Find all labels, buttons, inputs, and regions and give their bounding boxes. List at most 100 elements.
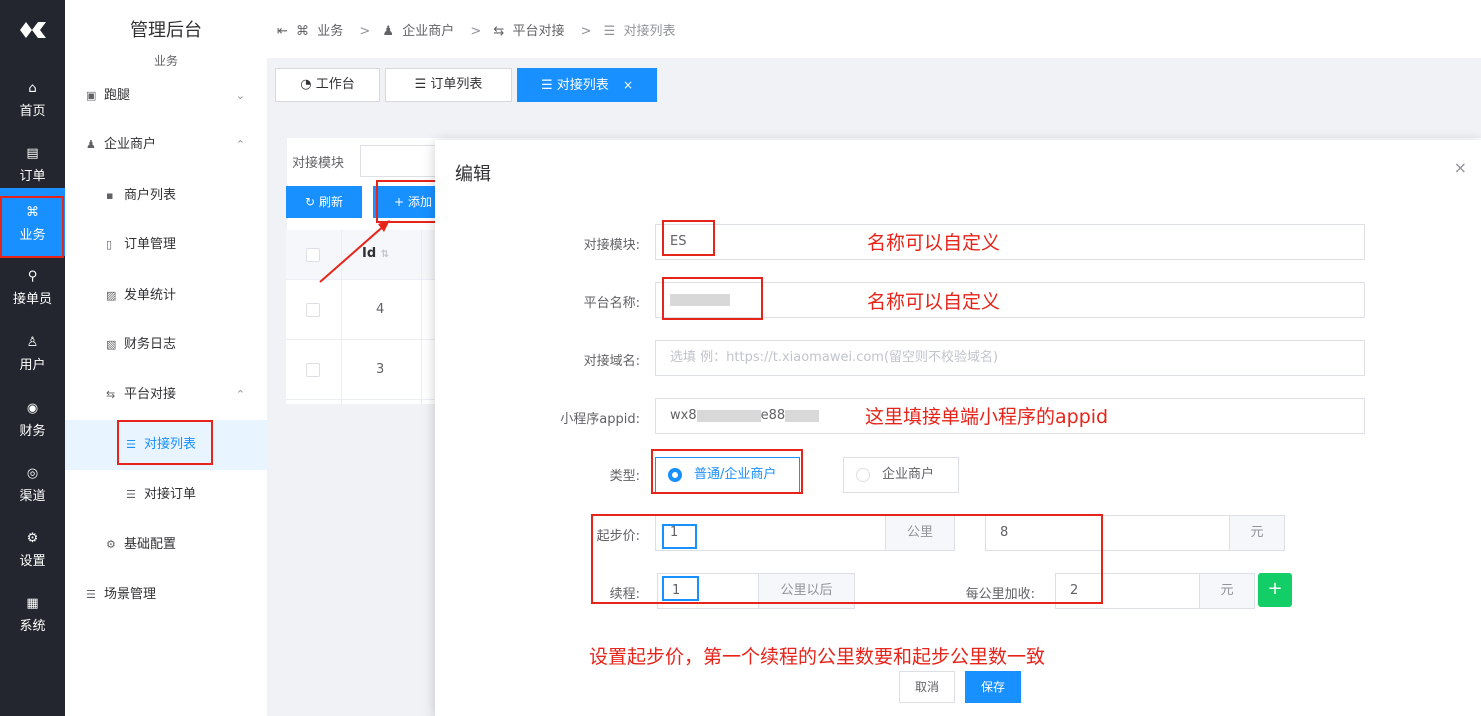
per-km-unit: 元 [1199, 573, 1255, 609]
list-icon: ☰ [414, 77, 427, 92]
chart-icon: ▨ [106, 289, 117, 302]
refresh-button[interactable]: ↻ 刷新 [286, 186, 362, 218]
menu-item-label: 订单管理 [124, 237, 177, 252]
radio-label: 企业商户 [882, 467, 935, 482]
rail-item-label: 首页 [19, 104, 46, 119]
menu-title: 管理后台 [130, 20, 202, 41]
start-price-unit: 元 [1229, 515, 1285, 551]
chevron-up-icon: ⌃ [235, 388, 245, 401]
dialog-title: 编辑 [455, 164, 491, 185]
save-button[interactable]: 保存 [965, 671, 1021, 703]
annotation-arrow [319, 220, 390, 283]
coin-icon: ◉ [26, 401, 39, 416]
id-card-icon: ▪ [106, 189, 114, 202]
order-icon: ▤ [26, 146, 39, 161]
menu-item-label: 对接订单 [144, 487, 197, 502]
add-tier-button[interactable]: + [1258, 573, 1292, 607]
menu-item-errand[interactable]: ▣ 跑腿 ⌄ [65, 71, 267, 121]
menu-item-enterprise[interactable]: ♟ 企业商户 ⌃ [65, 120, 267, 170]
cancel-button[interactable]: 取消 [899, 671, 955, 703]
redacted-value [785, 409, 820, 422]
tab-label: 对接列表 [556, 78, 609, 93]
refresh-label: 刷新 [318, 195, 343, 209]
menu-item-scene-manage[interactable]: ☰ 场景管理 [65, 570, 267, 620]
rail-item-users[interactable]: ♙ 用户 [0, 324, 65, 386]
highlight-continue-km [662, 576, 699, 601]
menu-item-order-manage[interactable]: ▯ 订单管理 [65, 220, 267, 270]
annotation-box-menu [117, 420, 213, 465]
rail-item-system[interactable]: ▦ 系统 [0, 585, 65, 647]
filter-label: 对接模块 [292, 156, 345, 171]
gear-icon: ⚙ [106, 538, 116, 551]
highlight-start-km [662, 524, 697, 549]
menu-subtitle: 业务 [153, 54, 178, 68]
menu-item-label: 跑腿 [104, 88, 131, 103]
compass-icon: ◎ [26, 466, 39, 481]
breadcrumb-item[interactable]: 业务 [317, 24, 343, 39]
cell-id: 4 [376, 302, 385, 317]
logo-icon [20, 22, 46, 38]
rail-item-label: 用户 [19, 358, 46, 373]
close-icon[interactable]: × [623, 78, 633, 92]
swap-icon: ⇆ [106, 388, 116, 401]
rail-item-finance[interactable]: ◉ 财务 [0, 390, 65, 452]
rail-item-home[interactable]: ⌂ 首页 [0, 70, 65, 132]
list-icon: ☰ [540, 78, 553, 93]
breadcrumb-item[interactable]: 平台对接 [512, 24, 564, 39]
column-divider [421, 230, 422, 404]
menu-item-label: 平台对接 [124, 387, 177, 402]
breadcrumb-item[interactable]: 企业商户 [402, 24, 454, 39]
menu-item-base-config[interactable]: ⚙ 基础配置 [65, 520, 267, 570]
gear-icon: ⚙ [26, 531, 39, 546]
note-platform: 名称可以自定义 [867, 291, 1001, 313]
menu-item-label: 发单统计 [124, 288, 177, 303]
list-icon: ☰ [603, 24, 616, 39]
refresh-icon: ↻ [305, 195, 316, 209]
annotation-box-module [662, 220, 715, 256]
rail-item-riders[interactable]: ⚲ 接单员 [0, 258, 65, 320]
top-bar: ⇤ ⌘ 业务 > ♟ 企业商户 > ⇆ 平台对接 > ☰ 对接列表 [267, 0, 1481, 58]
menu-item-label: 场景管理 [104, 587, 157, 602]
rail-item-settings[interactable]: ⚙ 设置 [0, 520, 65, 582]
menu-item-label: 商户列表 [124, 188, 177, 203]
chevron-down-icon: ⌄ [235, 89, 245, 102]
domain-input[interactable]: 选填 例：https://t.xiaomawei.com(留空则不校验域名) [655, 340, 1365, 376]
menu-item-finance-log[interactable]: ▧ 财务日志 [65, 320, 267, 370]
breadcrumb-item-current: 对接列表 [623, 24, 676, 39]
users-icon: ♟ [86, 138, 96, 151]
tab-order-list[interactable]: ☰ 订单列表 [385, 68, 512, 102]
menu-item-dock-orders[interactable]: ☰ 对接订单 [65, 470, 267, 520]
appid-prefix: wx8 [670, 408, 697, 423]
menu-item-dispatch-stats[interactable]: ▨ 发单统计 [65, 271, 267, 321]
chevron-up-icon: ⌃ [235, 138, 245, 151]
menu-item-label: 财务日志 [124, 337, 177, 352]
menu-item-label: 基础配置 [124, 537, 177, 552]
tab-label: 订单列表 [430, 77, 483, 92]
log-icon: ▧ [106, 338, 117, 351]
close-icon[interactable]: × [1454, 158, 1467, 177]
cell-id: 3 [376, 362, 385, 377]
rail-item-channels[interactable]: ◎ 渠道 [0, 455, 65, 517]
note-appid: 这里填接单端小程序的appid [865, 406, 1109, 428]
domain-placeholder: 选填 例：https://t.xiaomawei.com(留空则不校验域名) [670, 350, 999, 365]
row-checkbox[interactable] [306, 363, 320, 377]
rail-item-orders[interactable]: ▤ 订单 [0, 135, 65, 197]
grid-icon: ▣ [86, 89, 97, 102]
menu-item-merchant-list[interactable]: ▪ 商户列表 [65, 171, 267, 221]
tab-dashboard[interactable]: ◔ 工作台 [275, 68, 380, 102]
side-menu: 管理后台 业务 ▣ 跑腿 ⌄ ♟ 企业商户 ⌃ ▪ 商户列表 ▯ 订单管理 ▨ … [65, 0, 267, 716]
row-checkbox[interactable] [306, 303, 320, 317]
appid-mid: e88 [760, 408, 786, 423]
breadcrumb-separator: > [359, 24, 371, 39]
note-module: 名称可以自定义 [867, 232, 1001, 254]
collapse-icon[interactable]: ⇤ [277, 24, 288, 39]
menu-item-platform[interactable]: ⇆ 平台对接 ⌃ [65, 370, 267, 420]
module-input[interactable]: ES [655, 224, 1365, 260]
icon-rail: ⌂ 首页 ▤ 订单 ⌘ 业务 ⚲ 接单员 ♙ 用户 ◉ 财务 ◎ 渠道 ⚙ 设置… [0, 0, 65, 716]
tab-dock-list[interactable]: ☰ 对接列表 × [517, 68, 657, 102]
annotation-box-type [651, 449, 803, 494]
type-option-enterprise[interactable]: 企业商户 [843, 457, 959, 493]
list-icon: ☰ [86, 588, 96, 601]
document-icon: ▯ [106, 238, 113, 251]
breadcrumb-separator: > [580, 24, 592, 39]
